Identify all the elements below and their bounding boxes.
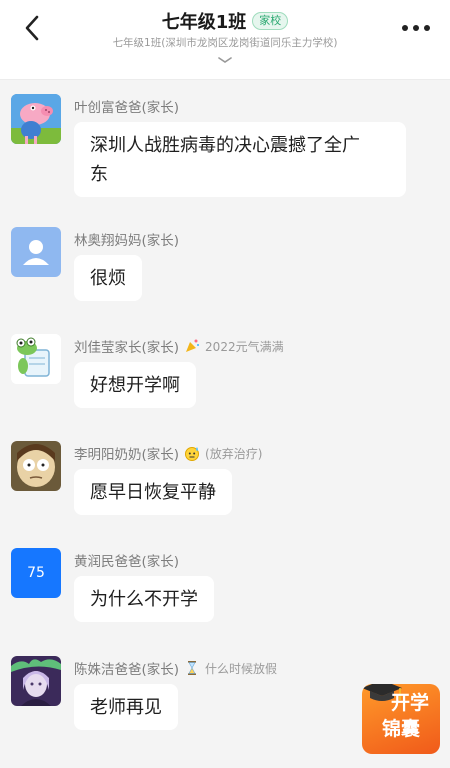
kit-label-line2: 锦囊: [381, 718, 420, 740]
avatar[interactable]: 75: [11, 548, 61, 598]
chevron-down-icon: [218, 57, 232, 63]
sender-name: 陈姝洁爸爸(家长): [74, 662, 180, 678]
message-text: 很烦: [90, 268, 126, 289]
message-text: 愿早日恢复平静: [90, 482, 216, 503]
sender-name: 刘佳莹家长(家长): [74, 340, 180, 356]
message-text: 为什么不开学: [90, 589, 198, 610]
message-bubble[interactable]: 为什么不开学: [74, 576, 214, 622]
peppa-pig-avatar: [11, 94, 61, 144]
message-item: 林奥翔妈妈(家长) 很烦: [0, 227, 450, 307]
avatar[interactable]: [11, 227, 61, 277]
sender-badge: 什么时候放假: [205, 661, 278, 676]
chat-header: 七年级1班 家校 七年级1班(深圳市龙岗区龙岗街道同乐主力学校): [0, 0, 450, 80]
message-item: 李明阳奶奶(家长) (放弃治疗) 愿早日恢复平静: [0, 441, 450, 521]
message-text: 东: [90, 164, 108, 185]
sender-row: 林奥翔妈妈(家长): [74, 229, 179, 249]
message-bubble[interactable]: 老师再见: [74, 684, 178, 730]
sender-row: 黄润民爸爸(家长): [74, 550, 179, 570]
sender-name: 林奥翔妈妈(家长): [74, 233, 180, 249]
avatar[interactable]: [11, 334, 61, 384]
cartoon-face-avatar: [11, 441, 61, 491]
page-title: 七年级1班: [161, 12, 247, 33]
frog-cartoon-avatar: [11, 334, 61, 384]
message-item: 叶创富爸爸(家长) 深圳人战胜病毒的决心震撼了全广 东: [0, 94, 450, 197]
default-person-avatar: [11, 227, 61, 277]
message-bubble[interactable]: 深圳人战胜病毒的决心震撼了全广 东: [74, 122, 406, 197]
sender-name: 叶创富爸爸(家长): [74, 100, 180, 116]
avatar[interactable]: [11, 656, 61, 706]
avatar[interactable]: [11, 94, 61, 144]
school-kit-button[interactable]: 开学 锦囊: [362, 684, 440, 754]
party-horn-icon: [186, 339, 200, 352]
sender-row: 李明阳奶奶(家长) (放弃治疗): [74, 443, 263, 464]
message-text: 老师再见: [90, 697, 162, 718]
sender-badge: (放弃治疗): [205, 446, 263, 461]
group-subtitle: 七年级1班(深圳市龙岗区龙岗街道同乐主力学校): [112, 37, 338, 49]
collapse-toggle[interactable]: [0, 56, 450, 64]
sender-row: 刘佳莹家长(家长) 2022元气满满: [74, 336, 284, 356]
sender-row: 陈姝洁爸爸(家长) 什么时候放假: [74, 658, 277, 678]
anime-character-avatar: [11, 656, 61, 706]
more-button[interactable]: [396, 10, 436, 46]
message-item: 75 黄润民爸爸(家长) 为什么不开学: [0, 548, 450, 628]
message-bubble[interactable]: 愿早日恢复平静: [74, 469, 232, 515]
sweat-face-icon: [185, 447, 200, 461]
more-dots-icon: [402, 25, 430, 31]
message-text: 好想开学啊: [90, 375, 180, 396]
group-type-badge: 家校: [252, 12, 289, 30]
hourglass-icon: [188, 661, 197, 675]
message-bubble[interactable]: 很烦: [74, 255, 142, 301]
message-item: 刘佳莹家长(家长) 2022元气满满 好想开学啊: [0, 334, 450, 414]
sender-name: 李明阳奶奶(家长): [74, 447, 180, 463]
sender-badge: 2022元气满满: [205, 339, 284, 354]
avatar[interactable]: [11, 441, 61, 491]
message-text: 深圳人战胜病毒的决心震撼了全广: [90, 135, 360, 156]
title-row: 七年级1班 家校: [0, 8, 450, 34]
kit-label-line1: 开学: [390, 692, 429, 714]
sender-row: 叶创富爸爸(家长): [74, 96, 179, 116]
sender-name: 黄润民爸爸(家长): [74, 554, 180, 570]
message-bubble[interactable]: 好想开学啊: [74, 362, 196, 408]
number-avatar: 75: [27, 565, 45, 581]
